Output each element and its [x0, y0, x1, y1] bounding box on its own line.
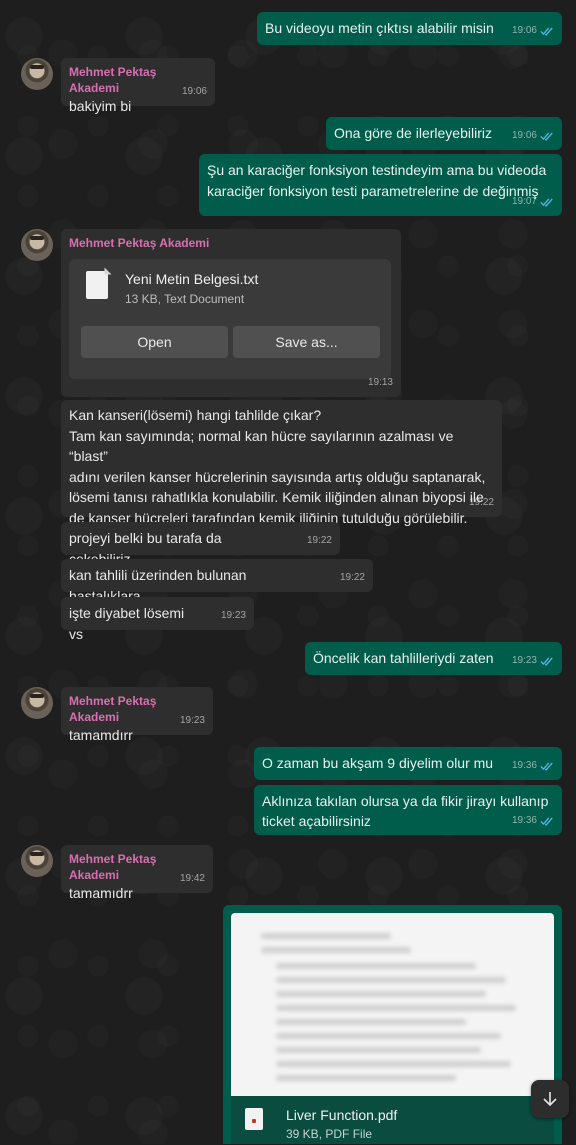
document-icon — [86, 271, 108, 299]
message-meta: 19:36 — [512, 811, 554, 831]
double-check-icon — [540, 657, 553, 666]
message-outgoing[interactable]: Ona göre de ilerleyebiliriz 19:06 — [326, 117, 562, 150]
message-outgoing[interactable]: Öncelik kan tahlilleriydi zaten 19:23 — [305, 642, 562, 675]
file-info: 13 KB, Text Document — [125, 292, 245, 306]
message-meta: 19:13 — [368, 372, 393, 393]
message-incoming[interactable]: işte diyabet lösemi vs 19:23 — [61, 597, 254, 642]
message-meta: 19:06 — [182, 81, 207, 102]
message-meta: 19:06 — [512, 20, 554, 41]
message-outgoing[interactable]: Şu an karaciğer fonksiyon testindeyim am… — [199, 154, 562, 216]
message-meta: 19:36 — [512, 755, 554, 776]
save-as-button[interactable]: Save as... — [233, 326, 380, 358]
message-text: Aklınıza takılan olursa ya da fikir jira… — [262, 793, 549, 829]
message-text: tamamıdrr — [69, 885, 133, 901]
message-text: Öncelik kan tahlilleriydi zaten — [313, 650, 494, 666]
message-time: 19:36 — [511, 815, 537, 826]
message-time: 19:23 — [511, 655, 537, 666]
message-meta: 19:42 — [180, 868, 205, 889]
file-attachment[interactable]: Yeni Metin Belgesi.txt 13 KB, Text Docum… — [69, 259, 391, 379]
message-text: Bu videoyu metin çıktısı alabilir misin — [265, 20, 494, 36]
message-incoming[interactable]: Mehmet Pektaş Akademi tamamdırr 19:23 — [61, 687, 213, 743]
double-check-icon — [540, 198, 553, 207]
double-check-icon — [540, 27, 553, 36]
message-incoming[interactable]: Kan kanseri(lösemi) hangi tahlilde çıkar… — [61, 400, 502, 526]
preview-text-line — [276, 1033, 501, 1039]
double-check-icon — [540, 132, 553, 141]
file-info: 39 KB, PDF File — [286, 1127, 373, 1141]
file-footer[interactable]: Liver Function.pdf 39 KB, PDF File — [231, 1096, 554, 1144]
message-time: 19:06 — [511, 25, 537, 36]
message-time: 19:06 — [181, 86, 207, 97]
message-text: işte diyabet lösemi vs — [69, 605, 189, 642]
message-incoming[interactable]: projeyi belki bu tarafa da çekebiliriz 1… — [61, 522, 340, 567]
message-text: Şu an karaciğer fonksiyon testindeyim am… — [207, 162, 547, 199]
message-meta: 19:06 — [512, 125, 554, 146]
message-time: 19:06 — [511, 130, 537, 141]
preview-text-line — [276, 1075, 456, 1081]
message-incoming[interactable]: kan tahlili üzerinden bulunan hastalıkla… — [61, 559, 373, 604]
avatar[interactable] — [21, 687, 53, 719]
message-text: tamamdırr — [69, 727, 133, 743]
file-name: Yeni Metin Belgesi.txt — [125, 271, 259, 287]
message-time: 19:07 — [511, 196, 537, 207]
open-button[interactable]: Open — [81, 326, 228, 358]
document-icon — [245, 1108, 263, 1130]
message-time: 19:22 — [339, 572, 365, 583]
message-meta: 19:23 — [180, 710, 205, 731]
scroll-to-bottom-button[interactable] — [531, 1080, 569, 1118]
message-time: 19:42 — [179, 873, 205, 884]
message-outgoing[interactable]: Bu videoyu metin çıktısı alabilir misin … — [257, 12, 562, 45]
message-text: Kan kanseri(lösemi) hangi tahlilde çıkar… — [69, 407, 486, 526]
message-outgoing[interactable]: Aklınıza takılan olursa ya da fikir jira… — [254, 785, 562, 835]
preview-text-line — [261, 933, 391, 939]
message-text: bakiyim bi — [69, 98, 132, 114]
message-incoming-file[interactable]: Mehmet Pektaş Akademi Yeni Metin Belgesi… — [61, 229, 401, 397]
message-text: Ona göre de ilerleyebiliriz — [334, 125, 492, 141]
double-check-icon — [540, 762, 553, 771]
message-meta: 19:22 — [340, 567, 365, 588]
message-incoming[interactable]: Mehmet Pektaş Akademi bakiyim bi 19:06 — [61, 58, 215, 114]
preview-text-line — [276, 1047, 481, 1053]
message-time: 19:36 — [511, 760, 537, 771]
message-outgoing-file[interactable]: Liver Function.pdf 39 KB, PDF File — [223, 905, 562, 1144]
preview-text-line — [276, 991, 486, 997]
pdf-preview[interactable] — [231, 913, 554, 1096]
message-meta: 19:07 — [512, 191, 554, 212]
file-name: Liver Function.pdf — [286, 1107, 398, 1123]
preview-text-line — [276, 977, 506, 983]
preview-text-line — [261, 947, 411, 953]
preview-text-line — [276, 1019, 466, 1025]
message-time: 19:22 — [306, 535, 332, 546]
avatar[interactable] — [21, 845, 53, 877]
preview-text-line — [276, 963, 476, 969]
avatar[interactable] — [21, 58, 53, 90]
message-meta: 19:22 — [307, 530, 332, 551]
message-meta: 19:23 — [221, 605, 246, 626]
message-time: 19:13 — [367, 377, 393, 388]
avatar[interactable] — [21, 229, 53, 261]
message-time: 19:23 — [179, 715, 205, 726]
double-check-icon — [540, 817, 553, 826]
sender-name[interactable]: Mehmet Pektaş Akademi — [69, 235, 393, 251]
message-text: O zaman bu akşam 9 diyelim olur mu — [262, 755, 494, 771]
preview-text-line — [276, 1005, 516, 1011]
message-meta: 19:22 — [469, 493, 494, 514]
preview-text-line — [276, 1061, 511, 1067]
message-time: 19:23 — [220, 610, 246, 621]
message-meta: 19:23 — [512, 650, 554, 671]
arrow-down-icon — [543, 1092, 557, 1107]
message-time: 19:22 — [468, 496, 494, 508]
message-outgoing[interactable]: O zaman bu akşam 9 diyelim olur mu 19:36 — [254, 747, 562, 780]
message-incoming[interactable]: Mehmet Pektaş Akademi tamamıdrr 19:42 — [61, 845, 213, 901]
